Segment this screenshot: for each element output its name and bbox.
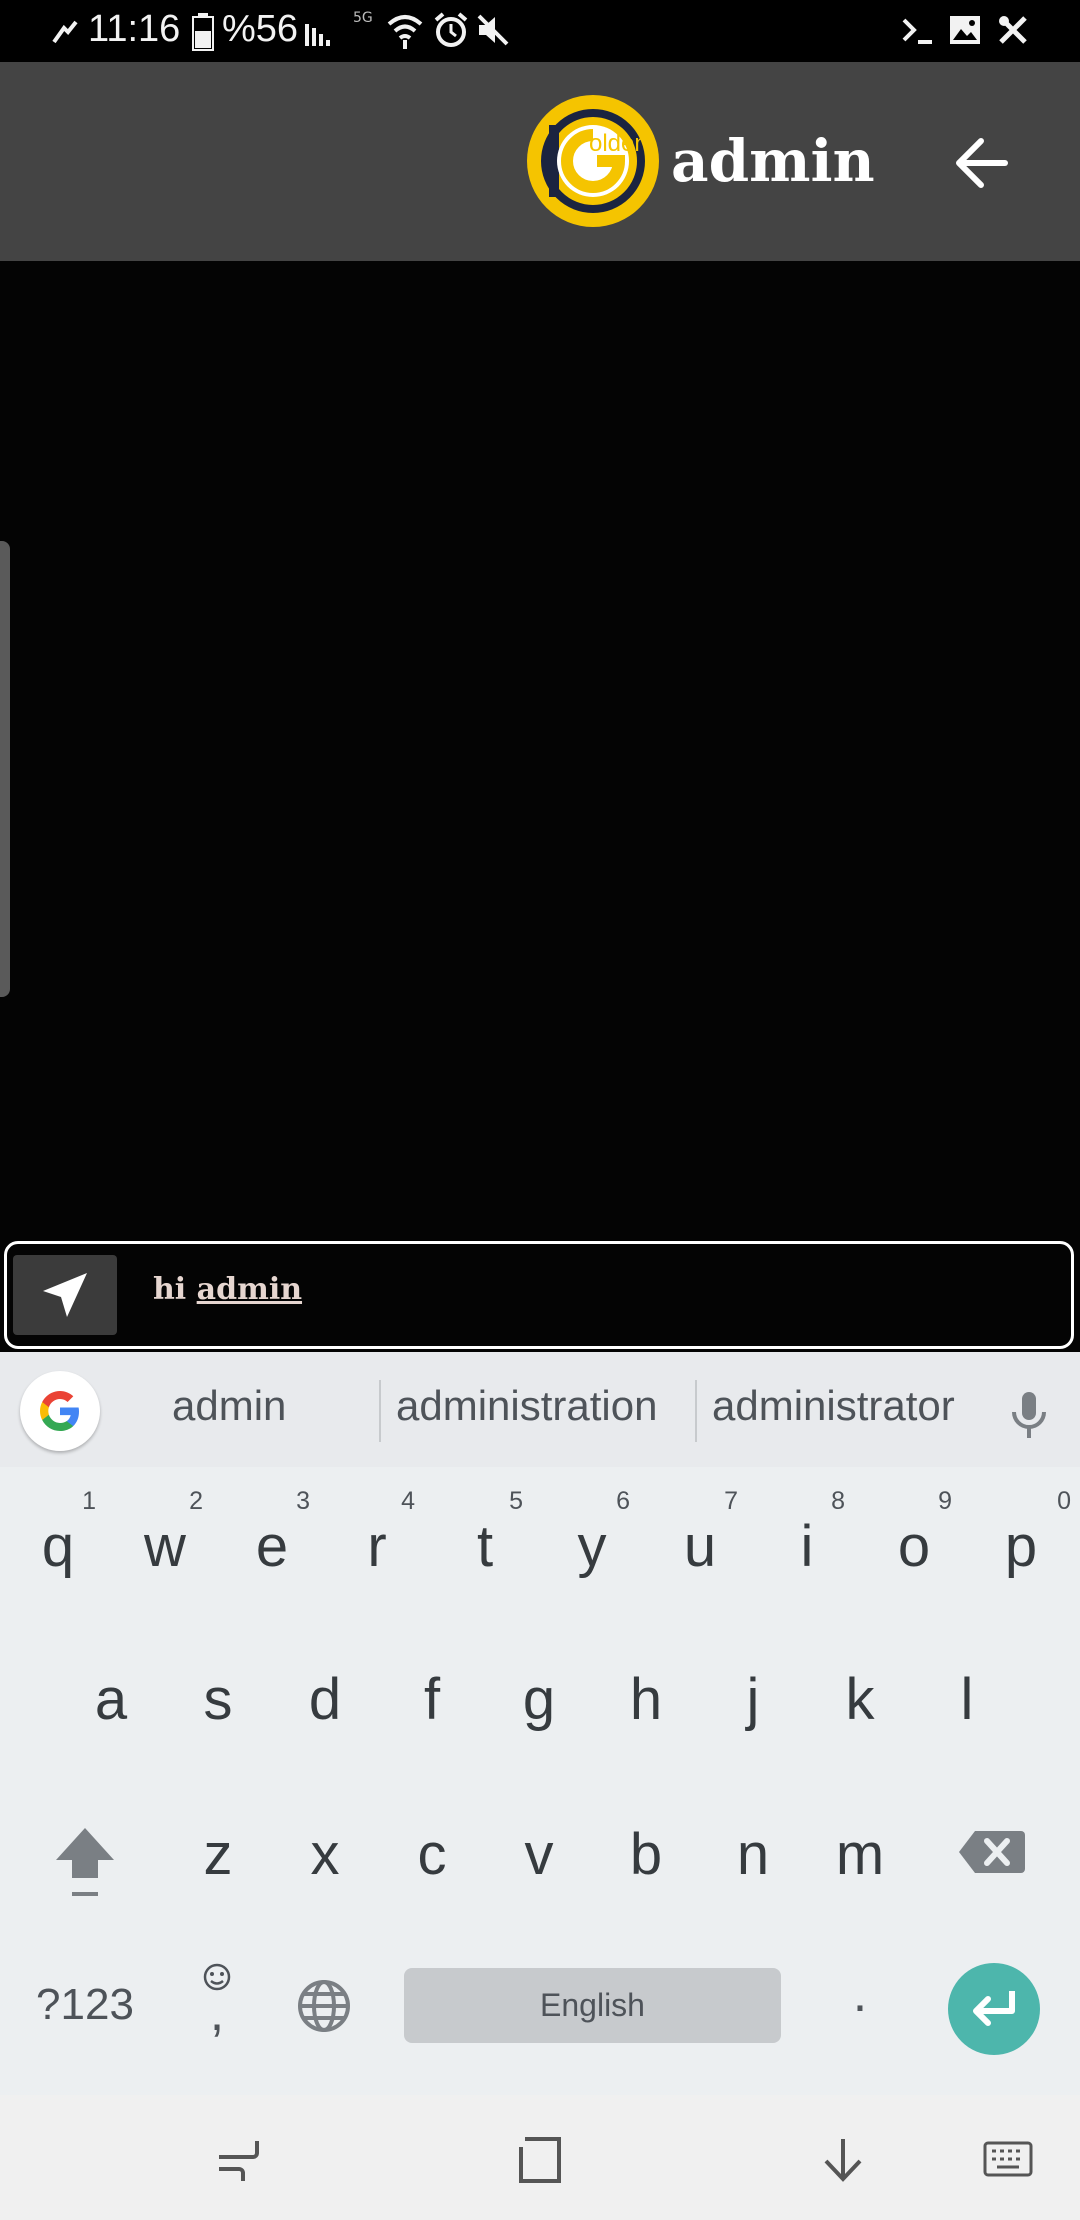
battery-icon	[192, 13, 214, 51]
key-t[interactable]: t5	[433, 1477, 537, 1627]
key-k[interactable]: k	[808, 1630, 912, 1780]
key-x[interactable]: x	[273, 1785, 377, 1935]
network-type: 5G	[353, 10, 373, 26]
message-input[interactable]: hi admin	[153, 1272, 302, 1307]
key-m[interactable]: m	[808, 1785, 912, 1935]
message-composer[interactable]: hi admin	[4, 1241, 1074, 1349]
key-l[interactable]: l	[915, 1630, 1019, 1780]
arrow-left-icon	[956, 138, 1008, 188]
battery-percent: %56	[222, 8, 299, 50]
suggestion-divider	[379, 1380, 381, 1442]
terminal-icon	[902, 18, 932, 44]
golden-logo: olden	[527, 95, 659, 227]
back-button[interactable]	[951, 135, 1011, 191]
google-button[interactable]	[20, 1371, 100, 1451]
send-icon	[43, 1273, 87, 1317]
hide-keyboard-icon[interactable]	[818, 2135, 868, 2185]
suggestion-2[interactable]: administration	[396, 1382, 657, 1430]
soft-keyboard: admin administration administrator q1 w2…	[0, 1352, 1080, 2095]
key-o[interactable]: o9	[862, 1477, 966, 1627]
recents-icon[interactable]	[213, 2135, 263, 2185]
message-text: hi	[153, 1272, 197, 1307]
backspace-key[interactable]	[955, 1827, 1029, 1887]
key-c[interactable]: c	[380, 1785, 484, 1935]
google-icon	[40, 1391, 79, 1431]
shift-icon	[56, 1828, 114, 1896]
page-title: admin	[671, 127, 875, 195]
edge-panel-handle[interactable]	[0, 541, 10, 997]
alarm-icon	[434, 12, 468, 47]
key-r[interactable]: r4	[325, 1477, 429, 1627]
key-n[interactable]: n	[701, 1785, 805, 1935]
key-d[interactable]: d	[273, 1630, 377, 1780]
key-p[interactable]: p0	[969, 1477, 1073, 1627]
key-q[interactable]: q1	[6, 1477, 110, 1627]
key-i[interactable]: i8	[755, 1477, 859, 1627]
mic-icon[interactable]	[1005, 1390, 1053, 1440]
home-icon[interactable]	[515, 2135, 565, 2185]
send-button[interactable]	[13, 1255, 117, 1335]
tools-icon	[999, 16, 1027, 44]
keyboard-switch-icon[interactable]	[983, 2135, 1033, 2185]
key-h[interactable]: h	[594, 1630, 698, 1780]
key-u[interactable]: u7	[648, 1477, 752, 1627]
suggestion-1[interactable]: admin	[172, 1382, 286, 1430]
period-key[interactable]: .	[840, 1964, 880, 2034]
message-list[interactable]	[0, 261, 1080, 1241]
enter-key[interactable]	[948, 1963, 1040, 2055]
symbols-key[interactable]: ?123	[20, 1980, 150, 2040]
status-time: 11:16	[88, 8, 181, 50]
backspace-icon	[959, 1831, 1025, 1873]
key-b[interactable]: b	[594, 1785, 698, 1935]
wifi-icon	[387, 15, 423, 49]
key-y[interactable]: y6	[540, 1477, 644, 1627]
key-v[interactable]: v	[487, 1785, 591, 1935]
key-e[interactable]: e3	[220, 1477, 324, 1627]
globe-icon[interactable]	[296, 1978, 352, 2034]
suggestion-3[interactable]: administrator	[712, 1382, 955, 1430]
comma-key[interactable]: ,	[192, 1960, 242, 2050]
key-w[interactable]: w2	[113, 1477, 217, 1627]
key-s[interactable]: s	[166, 1630, 270, 1780]
shift-key[interactable]	[30, 1822, 140, 1932]
signal-icon	[52, 20, 78, 44]
logo-text: olden	[589, 130, 648, 157]
status-bar: 11:16 %56 5G	[0, 0, 1080, 62]
app-header: olden admin	[0, 62, 1080, 261]
enter-icon	[973, 1991, 1015, 2026]
navigation-bar	[0, 2095, 1080, 2220]
cell-signal-icon	[305, 24, 330, 46]
mute-icon	[477, 14, 509, 46]
key-a[interactable]: a	[59, 1630, 163, 1780]
gallery-icon	[950, 16, 980, 44]
suggestion-strip: admin administration administrator	[0, 1352, 1080, 1467]
key-f[interactable]: f	[380, 1630, 484, 1780]
space-key[interactable]: English	[404, 1968, 781, 2043]
key-j[interactable]: j	[701, 1630, 805, 1780]
key-g[interactable]: g	[487, 1630, 591, 1780]
comma-label: ,	[209, 1984, 225, 2042]
message-text-composing: admin	[196, 1272, 303, 1307]
key-z[interactable]: z	[166, 1785, 270, 1935]
suggestion-divider	[695, 1380, 697, 1442]
